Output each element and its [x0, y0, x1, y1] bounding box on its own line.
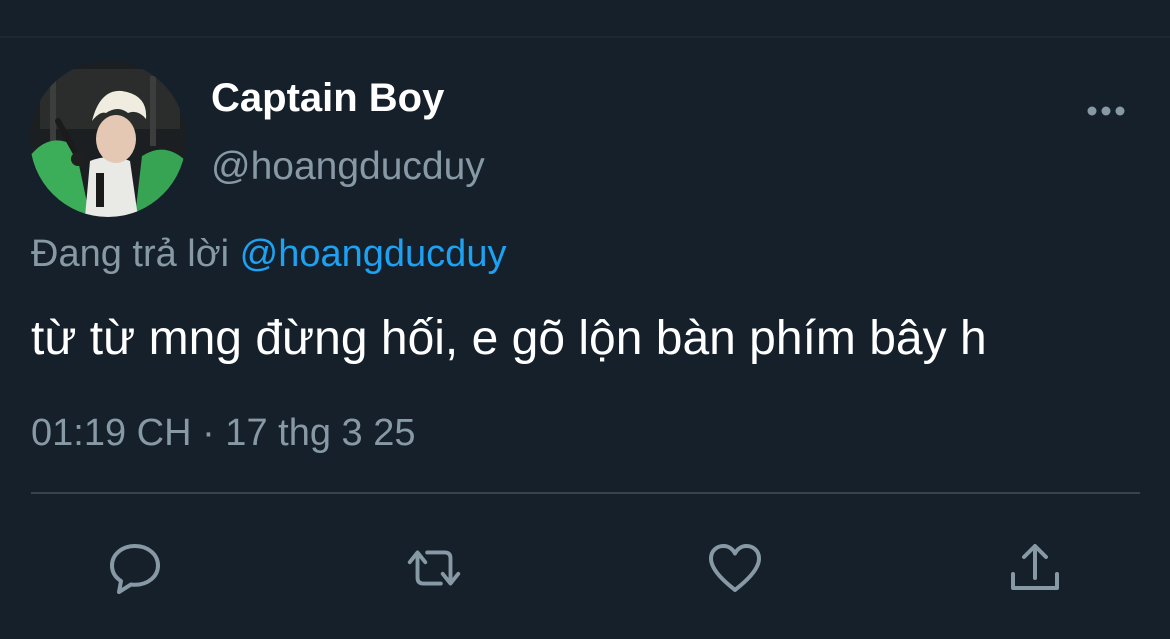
avatar[interactable] — [30, 61, 186, 217]
reply-bubble-icon — [110, 544, 160, 594]
reply-button[interactable] — [103, 536, 167, 600]
top-divider — [0, 36, 1170, 38]
share-button[interactable] — [1003, 536, 1067, 600]
retweet-button[interactable] — [402, 536, 466, 600]
replying-to-handle-link[interactable]: @hoangducduy — [240, 233, 507, 275]
display-name[interactable]: Captain Boy — [211, 74, 444, 122]
author-handle[interactable]: @hoangducduy — [211, 144, 485, 190]
retweet-icon — [407, 550, 461, 586]
tweet-timestamp[interactable]: 01:19 CH · 17 thg 3 25 — [31, 410, 415, 456]
replying-to: Đang trả lời @hoangducduy — [31, 231, 506, 277]
more-horizontal-icon — [1087, 106, 1125, 116]
share-upload-icon — [1011, 544, 1059, 590]
actions-divider — [31, 492, 1140, 494]
replying-to-label: Đang trả lời — [31, 233, 230, 275]
tweet-text: từ từ mng đừng hối, e gõ lộn bàn phím bâ… — [31, 312, 987, 365]
heart-icon — [709, 544, 761, 592]
more-options-button[interactable] — [1078, 94, 1134, 128]
like-button[interactable] — [703, 536, 767, 600]
